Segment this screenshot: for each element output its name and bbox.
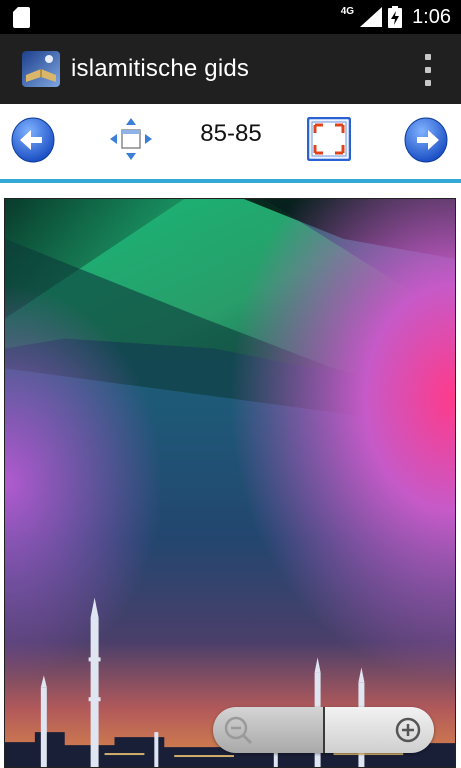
zoom-in-button[interactable] [325, 707, 434, 753]
toolbar-divider [0, 179, 461, 183]
status-clock: 1:06 [412, 5, 451, 28]
zoom-in-icon [395, 717, 421, 743]
app-title: islamitische gids [71, 55, 250, 82]
status-icons: 4G 1:06 [341, 0, 451, 34]
move-arrows-icon[interactable] [108, 116, 154, 162]
zoom-controls [213, 707, 434, 753]
signal-icon [360, 7, 383, 27]
reader-toolbar: 85-85 [0, 104, 461, 180]
battery-charging-icon [388, 6, 403, 28]
page-background-image [5, 199, 455, 767]
network-type-label: 4G [340, 5, 355, 17]
forward-arrow-icon[interactable] [404, 117, 448, 163]
zoom-out-button[interactable] [213, 707, 323, 753]
book-page[interactable] [4, 198, 456, 768]
action-bar: islamitische gids [0, 34, 461, 104]
fit-screen-icon[interactable] [307, 117, 351, 161]
status-bar: 4G 1:06 [0, 0, 461, 34]
zoom-out-icon [224, 716, 253, 745]
overflow-menu-icon[interactable] [421, 54, 435, 86]
sd-card-icon [13, 7, 30, 28]
back-arrow-icon[interactable] [11, 117, 55, 163]
app-icon[interactable] [22, 51, 60, 87]
page-indicator: 85-85 [200, 120, 262, 147]
